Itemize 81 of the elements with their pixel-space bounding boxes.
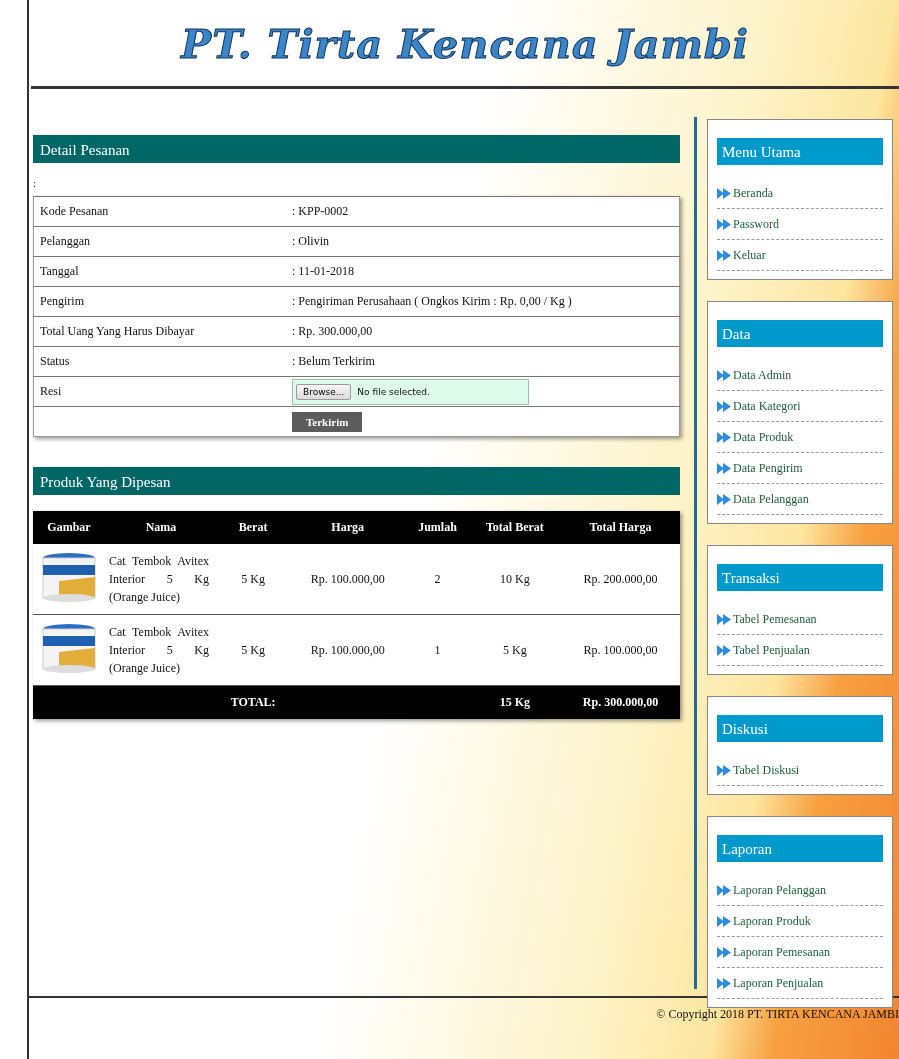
field-label: Pelanggan [33, 226, 286, 257]
menu-heading: Menu Utama [717, 138, 883, 165]
field-value: : Olivin [286, 226, 680, 257]
total-price: Rp. 300.000,00 [560, 685, 680, 719]
field-label: Status [33, 346, 286, 377]
column-header: Jumlah [406, 511, 469, 544]
column-header: Gambar [33, 511, 105, 544]
menu-link[interactable]: Data Produk [733, 429, 794, 445]
column-header: Total Harga [560, 511, 680, 544]
note-text: : [33, 177, 38, 191]
menu-link[interactable]: Tabel Penjualan [733, 642, 810, 658]
field-label: Tanggal [33, 256, 286, 287]
double-arrow-icon [717, 462, 731, 474]
double-arrow-icon [717, 764, 731, 776]
double-arrow-icon [717, 644, 731, 656]
field-value: : Belum Terkirim [286, 346, 680, 377]
menu-link[interactable]: Laporan Pelanggan [733, 882, 826, 898]
double-arrow-icon [717, 493, 731, 505]
menu-heading: Data [717, 320, 883, 347]
menu-link[interactable]: Data Kategori [733, 398, 801, 414]
double-arrow-icon [717, 249, 731, 261]
table-cell: Rp. 200.000,00 [560, 544, 680, 615]
table-cell: 10 Kg [468, 544, 561, 615]
column-header: Nama [105, 511, 217, 544]
table-cell: 1 [406, 614, 469, 686]
field-label: Resi [33, 376, 286, 407]
menu-link[interactable]: Data Pelanggan [733, 491, 809, 507]
table-cell: 5 Kg [468, 614, 561, 686]
total-label: TOTAL: [217, 685, 290, 719]
field-value: : Rp. 300.000,00 [286, 316, 680, 347]
table-cell: 5 Kg [217, 544, 290, 615]
double-arrow-icon [717, 946, 731, 958]
menu-link[interactable]: Laporan Penjualan [733, 975, 824, 991]
double-arrow-icon [717, 218, 731, 230]
paint-can-drawing [41, 622, 97, 674]
paint-can-drawing [41, 551, 97, 603]
menu-link[interactable]: Password [733, 216, 779, 232]
double-arrow-icon [717, 977, 731, 989]
double-arrow-icon [717, 369, 731, 381]
double-arrow-icon [717, 613, 731, 625]
table-cell: Rp. 100.000,00 [289, 544, 407, 615]
browse-button[interactable]: Browse... [296, 383, 352, 400]
menu-link[interactable]: Keluar [733, 247, 766, 263]
field-value: : KPP-0002 [286, 196, 680, 227]
submit-button[interactable]: Terkirim [292, 411, 363, 432]
site-logo: PT. Tirta Kencana Jambi [181, 19, 749, 67]
table-cell: 5 Kg [217, 614, 290, 686]
double-arrow-icon [717, 187, 731, 199]
menu-heading: Transaksi [717, 564, 883, 591]
field-label: Pengirim [33, 286, 286, 317]
menu-heading: Diskusi [717, 715, 883, 742]
menu-link[interactable]: Tabel Pemesanan [733, 611, 817, 627]
menu-link[interactable]: Laporan Pemesanan [733, 944, 830, 960]
field-value: : 11-01-2018 [286, 256, 680, 287]
table-cell: 2 [406, 544, 469, 615]
double-arrow-icon [717, 884, 731, 896]
menu-heading: Laporan [717, 835, 883, 862]
file-input[interactable]: Browse... No file selected. [292, 378, 529, 405]
double-arrow-icon [717, 431, 731, 443]
menu-link[interactable]: Data Admin [733, 367, 792, 383]
menu-link[interactable]: Beranda [733, 185, 773, 201]
table-cell: Rp. 100.000,00 [289, 614, 407, 686]
column-header: Berat [217, 511, 290, 544]
menu-link[interactable]: Tabel Diskusi [733, 762, 800, 778]
section-heading: Detail Pesanan [33, 135, 680, 163]
section-heading: Produk Yang Dipesan [33, 467, 680, 495]
field-value: : Pengiriman Perusahaan ( Ongkos Kirim : Rp. 0,00 / Kg ) [286, 286, 680, 317]
copyright-text: © Copyright 2018 PT. TIRTA KENCANA JAMBI [656, 1007, 899, 1021]
menu-link[interactable]: Data Pengirim [733, 460, 803, 476]
file-status-text: No file selected. [357, 386, 430, 397]
column-header: Total Berat [468, 511, 561, 544]
product-name: Cat Tembok Avitex Interior 5 Kg (Orange Juice) [105, 544, 217, 615]
total-weight: 15 Kg [468, 685, 561, 719]
menu-link[interactable]: Laporan Produk [733, 913, 811, 929]
field-label: Kode Pesanan [33, 196, 286, 227]
table-cell: Rp. 100.000,00 [560, 614, 680, 686]
double-arrow-icon [717, 915, 731, 927]
double-arrow-icon [717, 400, 731, 412]
product-name: Cat Tembok Avitex Interior 5 Kg (Orange Juice) [105, 614, 217, 686]
column-header: Harga [289, 511, 407, 544]
field-label: Total Uang Yang Harus Dibayar [33, 316, 286, 347]
